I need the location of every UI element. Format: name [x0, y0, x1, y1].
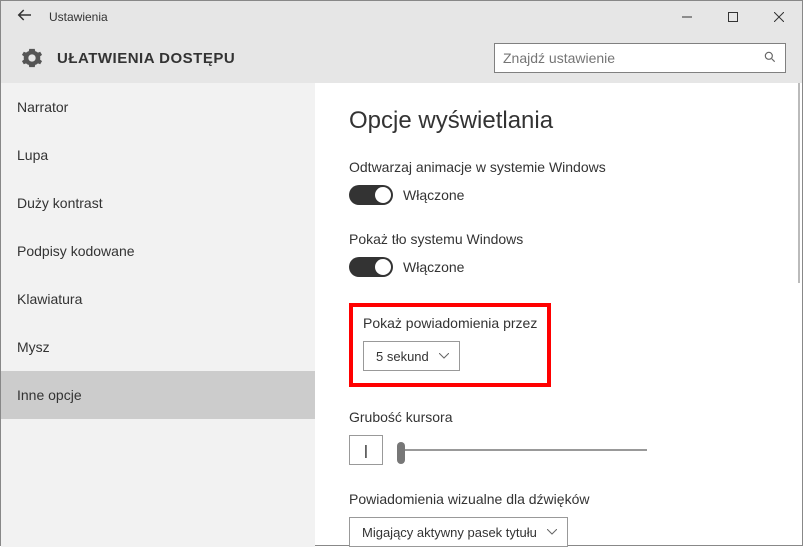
setting-label: Grubość kursora [349, 409, 782, 425]
sidebar-item-other[interactable]: Inne opcje [1, 371, 315, 419]
page-title: Opcje wyświetlania [349, 107, 782, 135]
setting-visualalert: Powiadomienia wizualne dla dźwięków Miga… [349, 491, 782, 547]
sidebar-item-label: Podpisy kodowane [17, 243, 135, 259]
close-button[interactable] [756, 1, 802, 33]
sidebar-item-narrator[interactable]: Narrator [1, 83, 315, 131]
search-input[interactable] [503, 50, 763, 66]
chevron-down-icon [547, 527, 557, 538]
setting-label: Pokaż tło systemu Windows [349, 231, 782, 247]
sidebar-item-label: Lupa [17, 147, 48, 163]
setting-background: Pokaż tło systemu Windows Włączone [349, 231, 782, 277]
cursor-row: | [349, 435, 782, 465]
cursor-preview: | [349, 435, 383, 465]
animations-toggle[interactable]: Włączone [349, 185, 782, 205]
visualalert-dropdown[interactable]: Migający aktywny pasek tytułu [349, 517, 568, 547]
scrollbar-thumb[interactable] [798, 83, 800, 283]
close-icon [774, 12, 784, 22]
sidebar-item-highcontrast[interactable]: Duży kontrast [1, 179, 315, 227]
setting-label: Pokaż powiadomienia przez [363, 315, 537, 331]
setting-cursor: Grubość kursora | [349, 409, 782, 465]
back-button[interactable] [1, 6, 49, 29]
background-toggle[interactable]: Włączone [349, 257, 782, 277]
sidebar-item-keyboard[interactable]: Klawiatura [1, 275, 315, 323]
gear-icon [21, 47, 43, 69]
window-title: Ustawienia [49, 10, 664, 24]
sidebar-item-label: Mysz [17, 339, 50, 355]
setting-animations: Odtwarzaj animacje w systemie Windows Wł… [349, 159, 782, 205]
scrollbar[interactable] [788, 83, 802, 545]
dropdown-value: Migający aktywny pasek tytułu [362, 525, 537, 540]
toggle-track [349, 185, 393, 205]
minimize-icon [682, 12, 692, 22]
sidebar-item-captions[interactable]: Podpisy kodowane [1, 227, 315, 275]
maximize-button[interactable] [710, 1, 756, 33]
content: Narrator Lupa Duży kontrast Podpisy kodo… [1, 83, 802, 547]
minimize-button[interactable] [664, 1, 710, 33]
toggle-track [349, 257, 393, 277]
sidebar-item-mouse[interactable]: Mysz [1, 323, 315, 371]
sidebar-item-magnifier[interactable]: Lupa [1, 131, 315, 179]
header-title: UŁATWIENIA DOSTĘPU [57, 50, 494, 67]
slider-thumb[interactable] [397, 442, 405, 464]
chevron-down-icon [439, 351, 449, 362]
toggle-state: Włączone [403, 187, 464, 203]
maximize-icon [728, 12, 738, 22]
sidebar-item-label: Klawiatura [17, 291, 82, 307]
arrow-left-icon [16, 6, 34, 24]
sidebar-item-label: Duży kontrast [17, 195, 103, 211]
setting-label: Odtwarzaj animacje w systemie Windows [349, 159, 782, 175]
toggle-state: Włączone [403, 259, 464, 275]
cursor-thickness-slider[interactable] [397, 440, 647, 460]
slider-track [397, 449, 647, 451]
toggle-thumb [375, 259, 391, 275]
sidebar-item-label: Inne opcje [17, 387, 82, 403]
sidebar: Narrator Lupa Duży kontrast Podpisy kodo… [1, 83, 315, 547]
highlighted-setting: Pokaż powiadomienia przez 5 sekund [349, 303, 551, 387]
window-controls [664, 1, 802, 33]
sidebar-item-label: Narrator [17, 99, 68, 115]
search-box[interactable] [494, 43, 786, 73]
setting-label: Powiadomienia wizualne dla dźwięków [349, 491, 782, 507]
main-panel: Opcje wyświetlania Odtwarzaj animacje w … [315, 83, 802, 547]
search-icon [763, 50, 777, 67]
dropdown-value: 5 sekund [376, 349, 429, 364]
header: UŁATWIENIA DOSTĘPU [1, 33, 802, 83]
notifications-duration-dropdown[interactable]: 5 sekund [363, 341, 460, 371]
toggle-thumb [375, 187, 391, 203]
titlebar: Ustawienia [1, 1, 802, 33]
